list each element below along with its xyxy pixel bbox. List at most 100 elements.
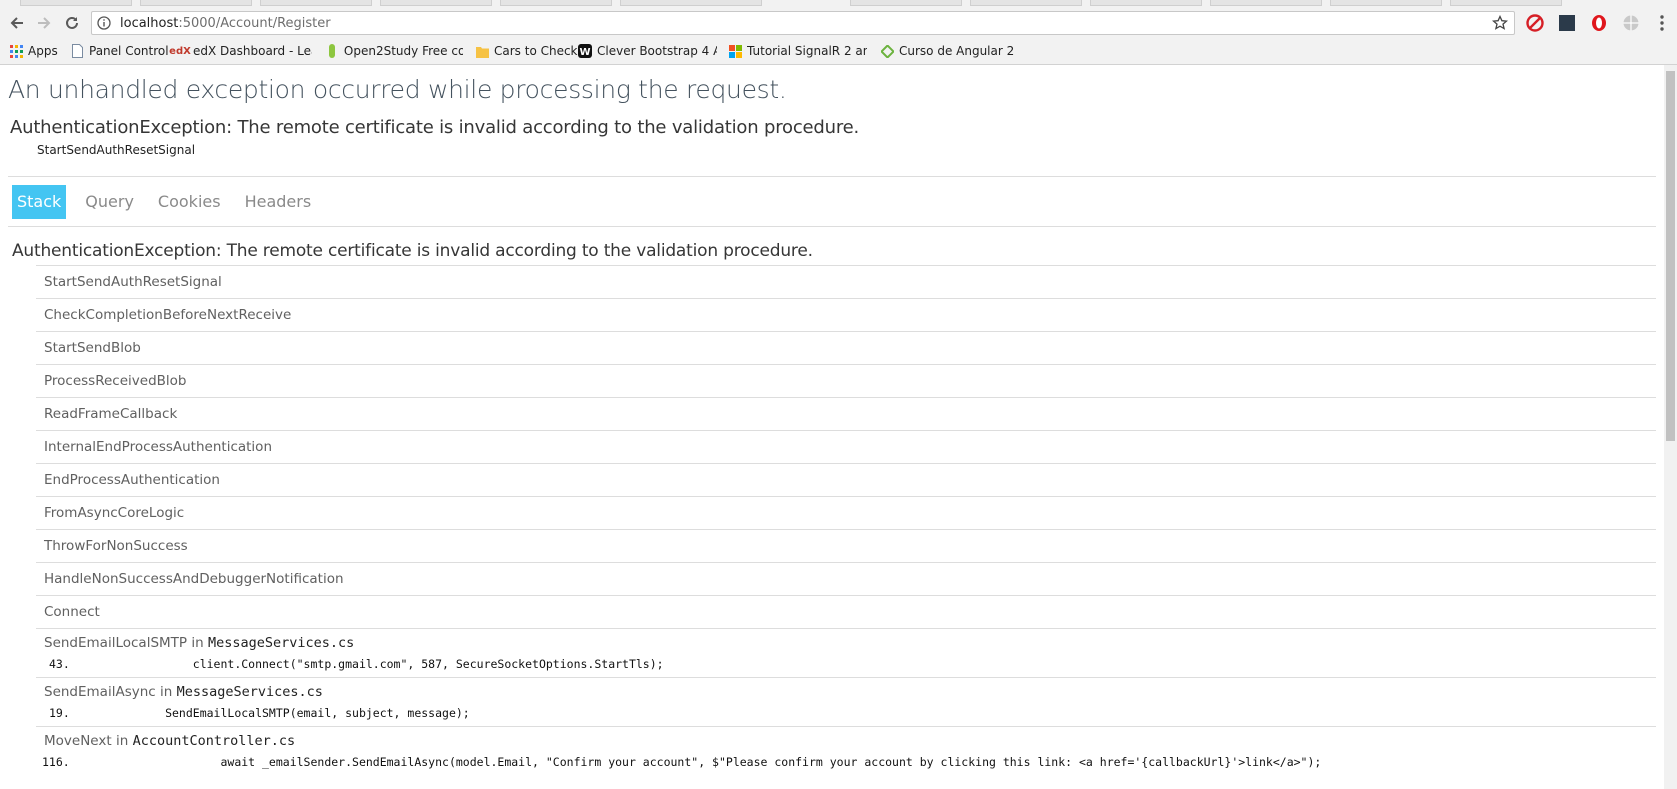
stack-frame[interactable]: ThrowForNonSuccess xyxy=(36,529,1656,562)
stack-frame[interactable]: FromAsyncCoreLogic xyxy=(36,496,1656,529)
bookmark-label: Open2Study Free cou xyxy=(343,44,463,58)
extension-dark-icon[interactable] xyxy=(1557,13,1577,33)
adblock-icon[interactable] xyxy=(1525,13,1545,33)
error-page: An unhandled exception occurred while pr… xyxy=(0,65,1664,789)
frame-file: MessageServices.cs xyxy=(176,684,323,700)
frame-function: ProcessReceivedBlob xyxy=(44,373,187,389)
w-logo-icon: W xyxy=(578,44,592,58)
stack-frame[interactable]: CheckCompletionBeforeNextReceive xyxy=(36,298,1656,331)
frame-function: InternalEndProcessAuthentication xyxy=(44,439,272,455)
frame-function: CheckCompletionBeforeNextReceive xyxy=(44,307,292,323)
reload-icon xyxy=(66,16,78,29)
stack-frame[interactable]: Connect xyxy=(36,595,1656,628)
bookmark-label: Curso de Angular 2 xyxy=(899,44,1015,58)
browser-tab[interactable] xyxy=(260,0,372,6)
exception-location: StartSendAuthResetSignal xyxy=(37,143,196,157)
stack-exception-title: AuthenticationException: The remote cert… xyxy=(12,241,813,261)
browser-tab[interactable] xyxy=(1450,0,1562,6)
info-icon[interactable] xyxy=(97,16,111,35)
frame-function: FromAsyncCoreLogic xyxy=(44,505,185,521)
url-path: :5000/Account/Register xyxy=(178,16,331,31)
reload-button[interactable] xyxy=(61,12,83,34)
open2study-icon xyxy=(326,44,339,58)
browser-tab[interactable] xyxy=(140,0,252,6)
svg-text:W: W xyxy=(579,47,590,58)
bookmark-clever-bootstrap[interactable]: W Clever Bootstrap 4 Ad xyxy=(578,43,717,59)
stack-frame-with-source[interactable]: SendEmailLocalSMTP in MessageServices.cs… xyxy=(36,628,1656,677)
browser-tab[interactable] xyxy=(1090,0,1202,6)
browser-tab[interactable] xyxy=(620,0,762,6)
stack-frame-with-source[interactable]: MoveNext in AccountController.cs 116. aw… xyxy=(36,726,1656,775)
frame-function: Connect xyxy=(44,604,100,620)
bookmark-tutorial-signalr[interactable]: Tutorial SignalR 2 and xyxy=(729,43,867,59)
bookmark-label: edX Dashboard - Lear xyxy=(193,44,312,58)
frame-in-label: in xyxy=(115,733,129,749)
stack-frame-with-source[interactable]: SendEmailAsync in MessageServices.cs 19.… xyxy=(36,677,1656,726)
divider xyxy=(8,176,1656,177)
browser-tab[interactable] xyxy=(1330,0,1442,6)
frame-in-label: in xyxy=(191,635,204,651)
stack-frame[interactable]: StartSendAuthResetSignal xyxy=(36,265,1656,298)
tab-cookies[interactable]: Cookies xyxy=(153,185,226,219)
diamond-icon xyxy=(880,44,894,58)
globe-extension-icon[interactable] xyxy=(1621,13,1641,33)
tab-stack[interactable]: Stack xyxy=(12,185,67,219)
browser-tab[interactable] xyxy=(1210,0,1322,6)
tab-query[interactable]: Query xyxy=(80,185,139,219)
stack-frame[interactable]: InternalEndProcessAuthentication xyxy=(36,430,1656,463)
tab-headers[interactable]: Headers xyxy=(240,185,317,219)
bookmark-open2study[interactable]: Open2Study Free cou xyxy=(326,43,463,59)
menu-dots-icon[interactable] xyxy=(1652,13,1672,33)
stack-frame[interactable]: EndProcessAuthentication xyxy=(36,463,1656,496)
frame-header: SendEmailLocalSMTP in MessageServices.cs xyxy=(36,629,1656,655)
edx-icon: edX xyxy=(169,45,191,57)
bookmark-label: Tutorial SignalR 2 and xyxy=(747,44,867,58)
line-number: 19. xyxy=(49,706,70,720)
source-code: SendEmailLocalSMTP(email, subject, messa… xyxy=(82,706,470,720)
bookmark-label: Panel Control xyxy=(89,44,169,58)
frame-file: AccountController.cs xyxy=(132,733,296,749)
page-icon xyxy=(70,44,84,58)
stack-frame[interactable]: ReadFrameCallback xyxy=(36,397,1656,430)
page-scrollbar[interactable] xyxy=(1664,65,1677,789)
frame-function: ThrowForNonSuccess xyxy=(44,538,188,554)
bookmark-edx[interactable]: edX edX Dashboard - Lear xyxy=(169,43,312,59)
back-button[interactable] xyxy=(6,12,28,34)
line-number: 43. xyxy=(49,657,70,671)
stack-frame[interactable]: HandleNonSuccessAndDebuggerNotification xyxy=(36,562,1656,595)
bookmarks-bar: Apps Panel Control edX edX Dashboard - L… xyxy=(0,38,1677,65)
browser-tab[interactable] xyxy=(500,0,612,6)
bookmark-apps[interactable]: Apps xyxy=(9,43,58,59)
bookmark-cars-to-check[interactable]: Cars to Check xyxy=(475,43,578,59)
opera-icon[interactable] xyxy=(1589,13,1609,33)
frame-in-label: in xyxy=(160,684,173,700)
stack-frames: StartSendAuthResetSignal CheckCompletion… xyxy=(36,265,1656,775)
scrollbar-thumb[interactable] xyxy=(1666,71,1675,441)
browser-tab[interactable] xyxy=(20,0,132,6)
frame-function: EndProcessAuthentication xyxy=(44,472,220,488)
frame-function: HandleNonSuccessAndDebuggerNotification xyxy=(44,571,344,587)
stack-frame[interactable]: StartSendBlob xyxy=(36,331,1656,364)
frame-function: StartSendAuthResetSignal xyxy=(44,274,222,290)
bookmark-star-icon[interactable] xyxy=(1491,14,1509,36)
browser-tab[interactable] xyxy=(850,0,962,6)
source-code: client.Connect("smtp.gmail.com", 587, Se… xyxy=(82,657,664,671)
source-line: 19. SendEmailLocalSMTP(email, subject, m… xyxy=(36,704,1656,726)
apps-grid-icon xyxy=(9,44,23,58)
exception-summary: AuthenticationException: The remote cert… xyxy=(10,117,860,138)
bookmark-panel-control[interactable]: Panel Control xyxy=(70,43,169,59)
forward-button[interactable] xyxy=(33,12,55,34)
frame-header: SendEmailAsync in MessageServices.cs xyxy=(36,678,1656,704)
error-tabs: Stack Query Cookies Headers xyxy=(12,185,330,219)
url-host: localhost xyxy=(120,16,179,31)
bookmark-curso-angular[interactable]: Curso de Angular 2 xyxy=(880,43,1014,59)
bookmark-label: Clever Bootstrap 4 Ad xyxy=(597,44,717,58)
address-bar[interactable]: localhost:5000/Account/Register xyxy=(91,11,1515,35)
page-title: An unhandled exception occurred while pr… xyxy=(8,75,787,104)
bookmark-label: Cars to Check xyxy=(494,44,578,58)
browser-tab[interactable] xyxy=(970,0,1082,6)
stack-frame[interactable]: ProcessReceivedBlob xyxy=(36,364,1656,397)
source-line: 116. await _emailSender.SendEmailAsync(m… xyxy=(36,753,1656,775)
browser-tab[interactable] xyxy=(380,0,492,6)
browser-toolbar: localhost:5000/Account/Register xyxy=(0,7,1677,38)
